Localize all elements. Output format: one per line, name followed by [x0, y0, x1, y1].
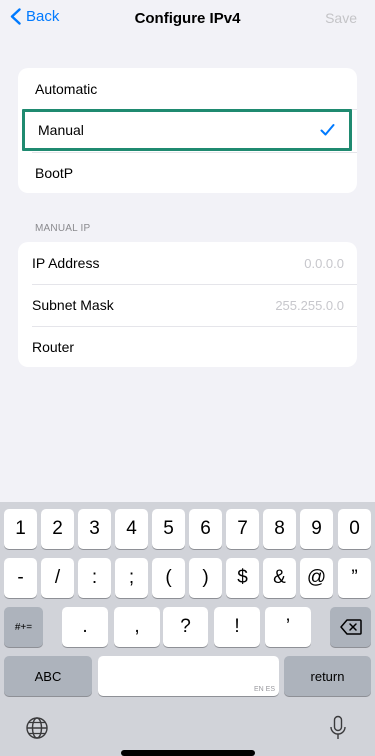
key-close-paren[interactable]: ) [189, 558, 222, 598]
key-5[interactable]: 5 [152, 509, 185, 549]
space-language-hint: EN ES [253, 686, 275, 693]
numeric-keyboard: 1 2 3 4 5 6 7 8 9 0 - / : ; ( ) $ & @ ” … [0, 502, 375, 756]
key-dollar[interactable]: $ [226, 558, 259, 598]
mic-icon[interactable] [329, 715, 347, 741]
key-abc[interactable]: ABC [4, 656, 92, 696]
option-automatic-label: Automatic [35, 80, 98, 97]
back-label: Back [26, 8, 60, 25]
subnet-mask-placeholder: 255.255.0.0 [275, 297, 344, 313]
key-2[interactable]: 2 [41, 509, 74, 549]
save-button[interactable]: Save [325, 10, 357, 26]
key-period[interactable]: . [62, 607, 108, 647]
chevron-left-icon [10, 8, 21, 25]
key-semicolon[interactable]: ; [115, 558, 148, 598]
ip-address-placeholder: 0.0.0.0 [304, 255, 344, 271]
globe-icon[interactable] [25, 716, 49, 740]
key-ampersand[interactable]: & [263, 558, 296, 598]
key-1[interactable]: 1 [4, 509, 37, 549]
space-bar[interactable]: EN ES [98, 656, 279, 696]
option-manual[interactable]: Manual [22, 109, 352, 151]
subnet-mask-field[interactable]: Subnet Mask 255.255.0.0 [18, 284, 357, 326]
key-8[interactable]: 8 [263, 509, 296, 549]
return-key[interactable]: return [284, 656, 371, 696]
backspace-icon [339, 619, 362, 635]
manual-ip-header: MANUAL IP [35, 223, 91, 234]
key-open-paren[interactable]: ( [152, 558, 185, 598]
key-6[interactable]: 6 [189, 509, 222, 549]
manual-ip-group: IP Address 0.0.0.0 Subnet Mask 255.255.0… [18, 242, 357, 367]
ip-address-field[interactable]: IP Address 0.0.0.0 [18, 242, 357, 284]
home-indicator [121, 750, 255, 756]
back-button[interactable]: Back [10, 8, 59, 25]
checkmark-icon [320, 124, 335, 136]
key-quote[interactable]: ” [338, 558, 371, 598]
option-automatic[interactable]: Automatic [18, 68, 357, 109]
option-bootp-label: BootP [35, 164, 74, 181]
router-field[interactable]: Router [18, 326, 357, 368]
key-7[interactable]: 7 [226, 509, 259, 549]
key-4[interactable]: 4 [115, 509, 148, 549]
option-bootp[interactable]: BootP [18, 152, 357, 193]
key-apostrophe[interactable]: ’ [265, 607, 311, 647]
key-colon[interactable]: : [78, 558, 111, 598]
page-title: Configure IPv4 [134, 9, 241, 27]
ipv4-method-group: Automatic Manual BootP [18, 68, 357, 193]
ip-address-label: IP Address [32, 255, 100, 271]
key-comma[interactable]: , [114, 607, 160, 647]
key-0[interactable]: 0 [338, 509, 371, 549]
key-9[interactable]: 9 [300, 509, 333, 549]
key-hyphen[interactable]: - [4, 558, 37, 598]
backspace-key[interactable] [330, 607, 371, 647]
key-more-symbols[interactable]: #+= [4, 607, 43, 647]
nav-bar: Back Configure IPv4 Save [0, 0, 375, 36]
key-3[interactable]: 3 [78, 509, 111, 549]
key-at[interactable]: @ [300, 558, 333, 598]
key-question[interactable]: ? [163, 607, 208, 647]
key-exclamation[interactable]: ! [214, 607, 260, 647]
option-manual-label: Manual [38, 122, 84, 138]
subnet-mask-label: Subnet Mask [32, 297, 114, 313]
key-slash[interactable]: / [41, 558, 74, 598]
router-label: Router [32, 339, 75, 355]
